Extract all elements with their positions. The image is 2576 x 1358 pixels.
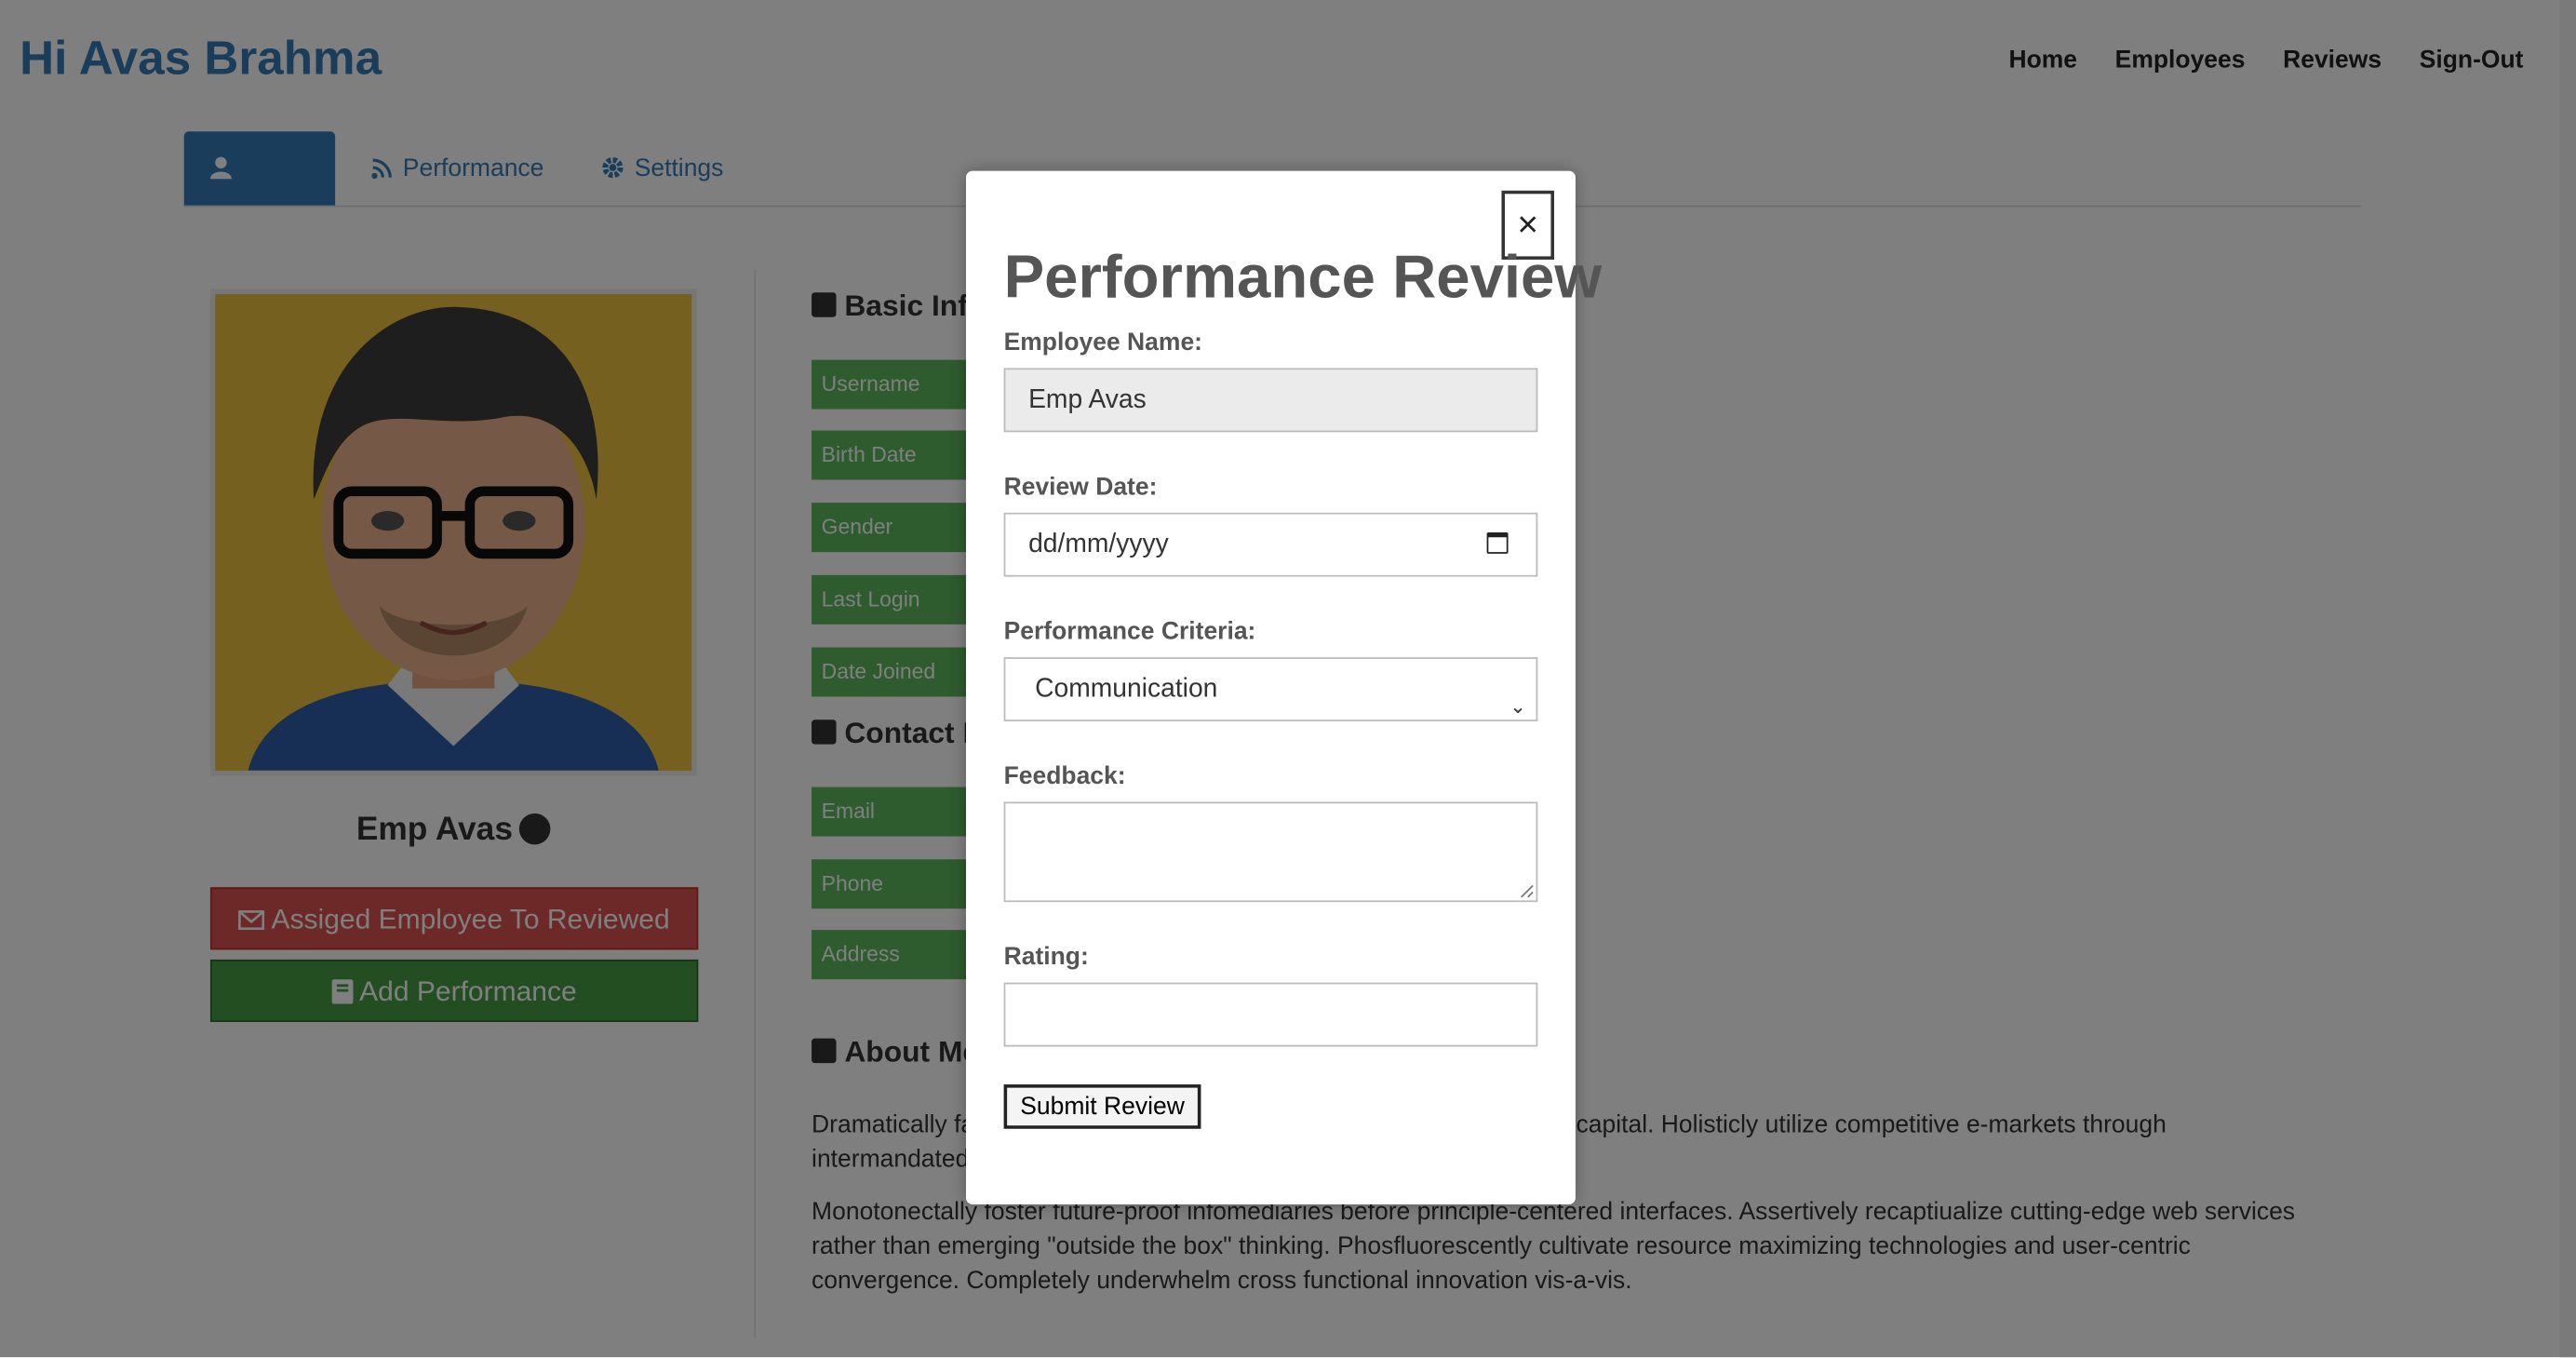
review-date-input[interactable]: dd/mm/yyyy [1003, 512, 1538, 577]
resize-handle-icon[interactable] [1520, 884, 1535, 899]
submit-review-button[interactable]: Submit Review [1003, 1084, 1201, 1129]
calendar-icon[interactable] [1486, 531, 1509, 554]
feedback-textarea[interactable] [1003, 801, 1538, 903]
review-date-label: Review Date: [1003, 473, 1158, 502]
criteria-select[interactable]: Communication ⌄ [1003, 657, 1538, 721]
scrollbar[interactable] [2559, 0, 2576, 1358]
chevron-down-icon: ⌄ [1509, 694, 1526, 719]
rating-label: Rating: [1003, 943, 1089, 972]
review-date-placeholder: dd/mm/yyyy [1028, 531, 1169, 559]
employee-name-field[interactable]: Emp Avas [1003, 368, 1538, 433]
criteria-label: Performance Criteria: [1003, 617, 1256, 646]
criteria-selected-value: Communication [1035, 675, 1218, 704]
performance-review-modal: × Performance Review Employee Name: Emp … [965, 170, 1602, 1204]
employee-name-label: Employee Name: [1003, 329, 1203, 357]
feedback-label: Feedback: [1003, 762, 1126, 791]
modal-title: Performance Review [1003, 243, 1603, 311]
rating-input[interactable] [1003, 982, 1538, 1047]
